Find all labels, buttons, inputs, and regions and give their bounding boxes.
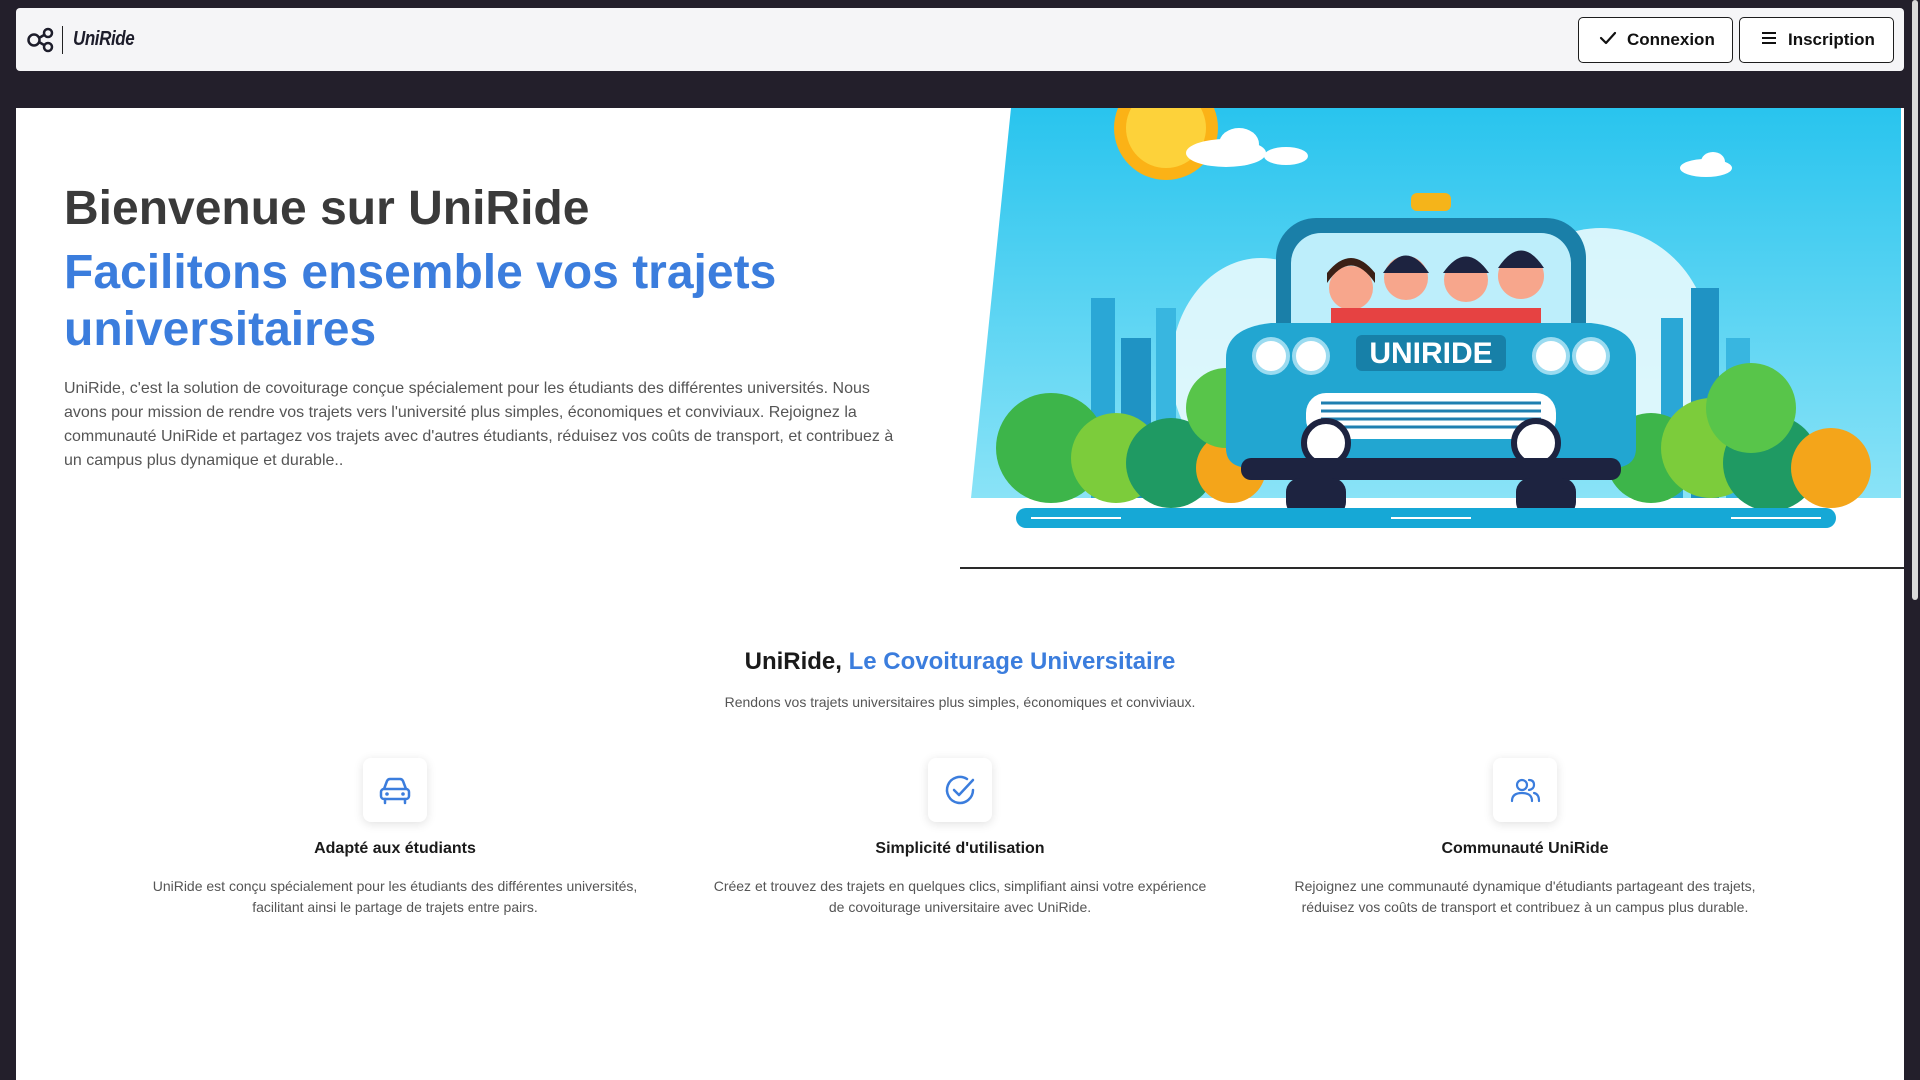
- check-circle-icon: [928, 758, 992, 822]
- feature-title: Communauté UniRide: [1441, 840, 1609, 857]
- car-icon: [363, 758, 427, 822]
- carpool-logo-icon: [26, 25, 56, 55]
- hero-description: UniRide, c'est la solution de covoiturag…: [64, 379, 894, 469]
- feature-description: Créez et trouvez des trajets en quelques…: [713, 878, 1207, 915]
- signup-label: Inscription: [1788, 29, 1875, 49]
- feature-description: UniRide est conçu spécialement pour les …: [152, 878, 638, 915]
- signup-button[interactable]: Inscription: [1739, 16, 1894, 63]
- hero-illustration: UNIRIDE: [971, 108, 1901, 568]
- feature-item: Adapté aux étudiants UniRide est conçu s…: [105, 758, 685, 918]
- section-title-prefix: UniRide,: [744, 648, 842, 675]
- hero-subtitle: Facilitons ensemble vos trajets universi…: [64, 245, 777, 357]
- section-title: UniRide, Le Covoiturage Universitaire: [16, 648, 1904, 676]
- navbar: UniRide Connexion Inscription: [16, 8, 1904, 71]
- menu-icon: [1760, 30, 1778, 50]
- feature-item: Simplicité d'utilisation Créez et trouve…: [670, 758, 1250, 918]
- hero-section: Bienvenue sur UniRide Facilitons ensembl…: [64, 180, 904, 473]
- hero-title: Bienvenue sur UniRide: [64, 182, 590, 235]
- feature-title: Simplicité d'utilisation: [875, 840, 1045, 857]
- check-icon: [1599, 30, 1617, 50]
- car-plate-text: UNIRIDE: [1369, 337, 1492, 370]
- users-icon: [1493, 758, 1557, 822]
- main-content: Bienvenue sur UniRide Facilitons ensembl…: [16, 108, 1904, 1080]
- feature-title: Adapté aux étudiants: [314, 840, 476, 857]
- hero-divider: [960, 567, 1904, 569]
- feature-description: Rejoignez une communauté dynamique d'étu…: [1294, 878, 1756, 915]
- brand-name: UniRide: [73, 28, 135, 50]
- feature-item: Communauté UniRide Rejoignez une communa…: [1235, 758, 1815, 918]
- scrollbar-thumb[interactable]: [1912, 0, 1918, 600]
- login-button[interactable]: Connexion: [1578, 16, 1733, 63]
- brand-divider: [62, 25, 63, 54]
- page-scrollbar[interactable]: [1910, 0, 1920, 1080]
- section-title-accent: Le Covoiturage Universitaire: [848, 648, 1176, 675]
- nav-actions: Connexion Inscription: [1578, 16, 1894, 63]
- brand-logo[interactable]: UniRide: [26, 25, 145, 55]
- section-subtitle: Rendons vos trajets universitaires plus …: [724, 694, 1196, 710]
- login-label: Connexion: [1627, 29, 1715, 49]
